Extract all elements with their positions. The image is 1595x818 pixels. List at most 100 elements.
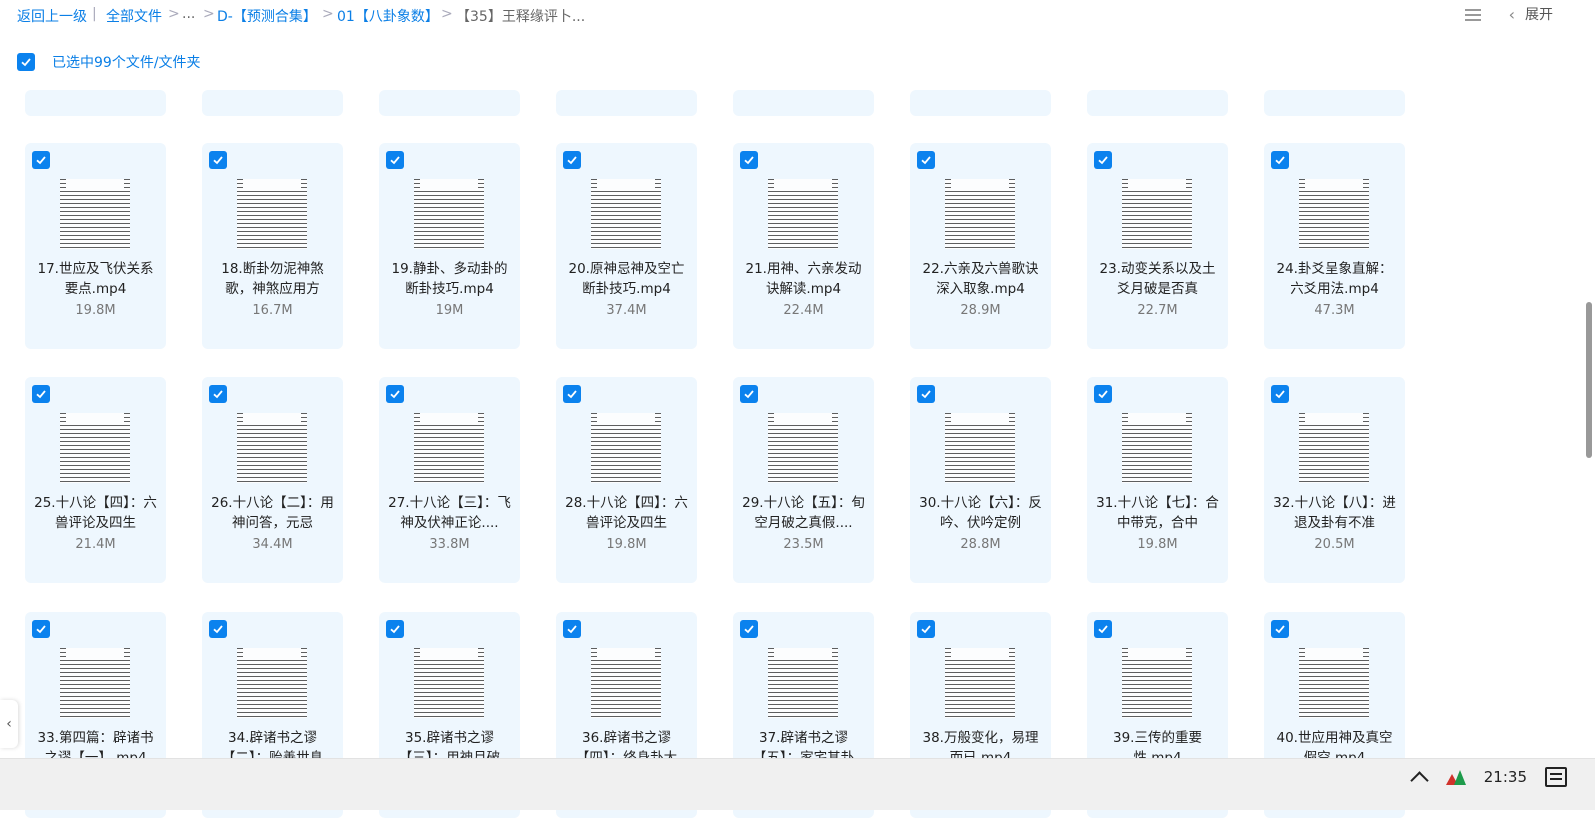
video-thumbnail[interactable] [591, 648, 661, 718]
file-card-partial[interactable] [1087, 90, 1228, 116]
file-card-partial[interactable] [379, 90, 520, 116]
file-name[interactable]: 19.静卦、多动卦的断卦技巧.mp4 [385, 259, 514, 299]
file-checkbox[interactable] [209, 151, 227, 169]
video-thumbnail[interactable] [237, 413, 307, 483]
file-name[interactable]: 30.十八论【六】：反吟、伏吟定例 [916, 493, 1045, 533]
file-card[interactable]: 26.十八论【二】：用神问答，元忌 34.4M [202, 377, 343, 583]
file-card[interactable]: 19.静卦、多动卦的断卦技巧.mp4 19M [379, 143, 520, 349]
file-checkbox[interactable] [917, 620, 935, 638]
file-name[interactable]: 28.十八论【四】：六兽评论及四生 [562, 493, 691, 533]
file-name[interactable]: 27.十八论【三】：飞神及伏神正论.... [385, 493, 514, 533]
video-thumbnail[interactable] [945, 179, 1015, 249]
video-thumbnail[interactable] [591, 413, 661, 483]
file-size: 21.4M [75, 537, 116, 552]
file-checkbox[interactable] [1094, 151, 1112, 169]
tray-app-icon[interactable] [1444, 768, 1466, 786]
file-card-partial[interactable] [556, 90, 697, 116]
clock[interactable]: 21:35 [1484, 768, 1527, 786]
vertical-scrollbar[interactable] [1583, 88, 1595, 758]
file-name[interactable]: 22.六亲及六兽歌诀深入取象.mp4 [916, 259, 1045, 299]
file-name[interactable]: 29.十八论【五】：旬空月破之真假.... [739, 493, 868, 533]
video-thumbnail[interactable] [414, 179, 484, 249]
video-thumbnail[interactable] [237, 179, 307, 249]
file-card[interactable]: 17.世应及飞伏关系要点.mp4 19.8M [25, 143, 166, 349]
video-thumbnail[interactable] [60, 179, 130, 249]
file-name[interactable]: 18.断卦勿泥神煞歌，神煞应用方 [208, 259, 337, 299]
file-name[interactable]: 17.世应及飞伏关系要点.mp4 [31, 259, 160, 299]
file-card[interactable]: 25.十八论【四】：六兽评论及四生 21.4M [25, 377, 166, 583]
file-card-partial[interactable] [202, 90, 343, 116]
video-thumbnail[interactable] [1122, 648, 1192, 718]
file-card[interactable]: 21.用神、六亲发动诀解读.mp4 22.4M [733, 143, 874, 349]
file-name[interactable]: 20.原神忌神及空亡断卦技巧.mp4 [562, 259, 691, 299]
video-thumbnail[interactable] [768, 648, 838, 718]
check-icon [1098, 156, 1108, 165]
file-card-partial[interactable] [733, 90, 874, 116]
file-name[interactable]: 24.卦爻呈象直解：六爻用法.mp4 [1270, 259, 1399, 299]
file-checkbox[interactable] [32, 151, 50, 169]
file-checkbox[interactable] [32, 620, 50, 638]
file-name[interactable]: 23.动变关系以及土爻月破是否真 [1093, 259, 1222, 299]
file-card[interactable]: 27.十八论【三】：飞神及伏神正论.... 33.8M [379, 377, 520, 583]
file-name[interactable]: 32.十八论【八】：进退及卦有不准 [1270, 493, 1399, 533]
file-checkbox[interactable] [917, 151, 935, 169]
file-checkbox[interactable] [386, 620, 404, 638]
video-thumbnail[interactable] [60, 648, 130, 718]
video-thumbnail[interactable] [60, 413, 130, 483]
scrollbar-thumb[interactable] [1586, 302, 1592, 458]
file-card[interactable]: 23.动变关系以及土爻月破是否真 22.7M [1087, 143, 1228, 349]
file-checkbox[interactable] [1094, 620, 1112, 638]
video-thumbnail[interactable] [1299, 179, 1369, 249]
thumbnail-header [1128, 413, 1186, 423]
video-thumbnail[interactable] [237, 648, 307, 718]
side-collapse-tab[interactable]: ‹ [0, 700, 18, 748]
check-icon [921, 390, 931, 399]
file-card-partial[interactable] [1264, 90, 1405, 116]
video-thumbnail[interactable] [1122, 179, 1192, 249]
file-name[interactable]: 21.用神、六亲发动诀解读.mp4 [739, 259, 868, 299]
video-thumbnail[interactable] [945, 648, 1015, 718]
file-checkbox[interactable] [563, 385, 581, 403]
file-checkbox[interactable] [740, 620, 758, 638]
file-checkbox[interactable] [209, 385, 227, 403]
file-checkbox[interactable] [386, 385, 404, 403]
file-card[interactable]: 24.卦爻呈象直解：六爻用法.mp4 47.3M [1264, 143, 1405, 349]
file-checkbox[interactable] [386, 151, 404, 169]
file-name[interactable]: 31.十八论【七】：合中带克，合中 [1093, 493, 1222, 533]
notification-icon[interactable] [1545, 767, 1567, 787]
file-name[interactable]: 26.十八论【二】：用神问答，元忌 [208, 493, 337, 533]
video-thumbnail[interactable] [1299, 413, 1369, 483]
file-checkbox[interactable] [1271, 385, 1289, 403]
file-checkbox[interactable] [563, 620, 581, 638]
tray-expand-icon[interactable] [1410, 770, 1429, 790]
file-card[interactable]: 31.十八论【七】：合中带克，合中 19.8M [1087, 377, 1228, 583]
file-card[interactable]: 32.十八论【八】：进退及卦有不准 20.5M [1264, 377, 1405, 583]
check-icon [1098, 625, 1108, 634]
file-card[interactable]: 29.十八论【五】：旬空月破之真假.... 23.5M [733, 377, 874, 583]
video-thumbnail[interactable] [768, 179, 838, 249]
file-checkbox[interactable] [740, 385, 758, 403]
video-thumbnail[interactable] [945, 413, 1015, 483]
file-card-partial[interactable] [910, 90, 1051, 116]
video-thumbnail[interactable] [1122, 413, 1192, 483]
video-thumbnail[interactable] [414, 648, 484, 718]
file-checkbox[interactable] [32, 385, 50, 403]
video-thumbnail[interactable] [768, 413, 838, 483]
file-name[interactable]: 25.十八论【四】：六兽评论及四生 [31, 493, 160, 533]
file-checkbox[interactable] [740, 151, 758, 169]
video-thumbnail[interactable] [591, 179, 661, 249]
file-card[interactable]: 30.十八论【六】：反吟、伏吟定例 28.8M [910, 377, 1051, 583]
video-thumbnail[interactable] [1299, 648, 1369, 718]
file-checkbox[interactable] [1271, 620, 1289, 638]
file-checkbox[interactable] [209, 620, 227, 638]
file-card[interactable]: 22.六亲及六兽歌诀深入取象.mp4 28.9M [910, 143, 1051, 349]
file-checkbox[interactable] [917, 385, 935, 403]
file-checkbox[interactable] [1271, 151, 1289, 169]
file-card-partial[interactable] [25, 90, 166, 116]
file-checkbox[interactable] [563, 151, 581, 169]
file-card[interactable]: 20.原神忌神及空亡断卦技巧.mp4 37.4M [556, 143, 697, 349]
file-checkbox[interactable] [1094, 385, 1112, 403]
file-card[interactable]: 18.断卦勿泥神煞歌，神煞应用方 16.7M [202, 143, 343, 349]
file-card[interactable]: 28.十八论【四】：六兽评论及四生 19.8M [556, 377, 697, 583]
video-thumbnail[interactable] [414, 413, 484, 483]
